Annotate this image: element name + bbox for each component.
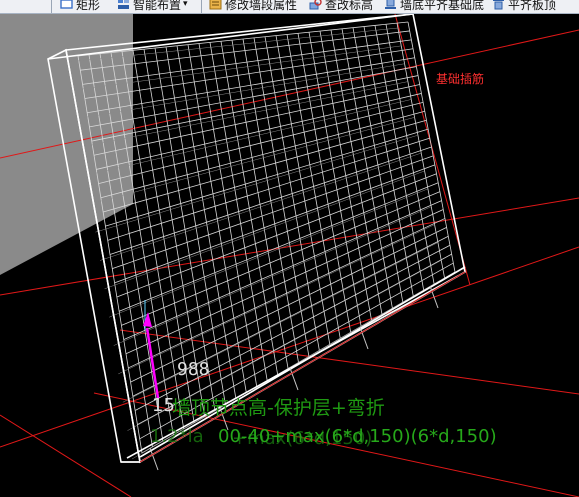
edit-wall-props-label: 修改墙段属性: [225, 0, 298, 12]
smart-layout-button[interactable]: 智能布置 ▾: [117, 0, 188, 13]
align-slab-top-label: 平齐板顶: [508, 0, 557, 12]
rectangle-label: 矩形: [76, 0, 101, 12]
formula-ghost-a: 1.2*la: [150, 426, 204, 447]
dimension-value-label: 988: [177, 359, 210, 380]
check-elevation-icon: [309, 0, 322, 10]
edit-wall-props-button[interactable]: 修改墙段属性: [209, 0, 297, 13]
toolbar-separator: [51, 0, 52, 13]
rectangle-icon: [60, 0, 73, 10]
toolbar: 矩形 智能布置 ▾ 修改墙段属性 查改标高 墙底平齐基础底 平齐板顶: [0, 0, 579, 14]
check-elevation-button[interactable]: 查改标高: [309, 0, 373, 13]
viewport-canvas[interactable]: [0, 14, 579, 497]
formula-line1: 墙顶节点高-保护层+弯折: [172, 397, 385, 419]
wall-bottom-align-label: 墙底平齐基础底: [400, 0, 485, 12]
align-slab-top-icon: [492, 0, 505, 10]
wall-bottom-align-icon: [384, 0, 397, 10]
smart-layout-icon: [117, 0, 130, 10]
wall-bottom-align-button[interactable]: 墙底平齐基础底: [384, 0, 484, 13]
edit-wall-props-icon: [209, 0, 222, 10]
toolbar-separator: [201, 0, 202, 13]
check-elevation-label: 查改标高: [325, 0, 374, 12]
rectangle-button[interactable]: 矩形: [60, 0, 100, 13]
formula-main: 00-40+max(6*d,150)(6*d,150): [218, 426, 497, 447]
smart-layout-label: 智能布置: [133, 0, 182, 12]
chevron-down-icon[interactable]: ▾: [183, 0, 188, 9]
align-slab-top-button[interactable]: 平齐板顶: [492, 0, 556, 13]
foundation-dowel-label: 基础插筋: [436, 72, 485, 86]
3d-viewport[interactable]: 基础插筋 988 15 墙顶节点高-保护层+弯折 1.2*la +max(6*d…: [0, 14, 579, 497]
